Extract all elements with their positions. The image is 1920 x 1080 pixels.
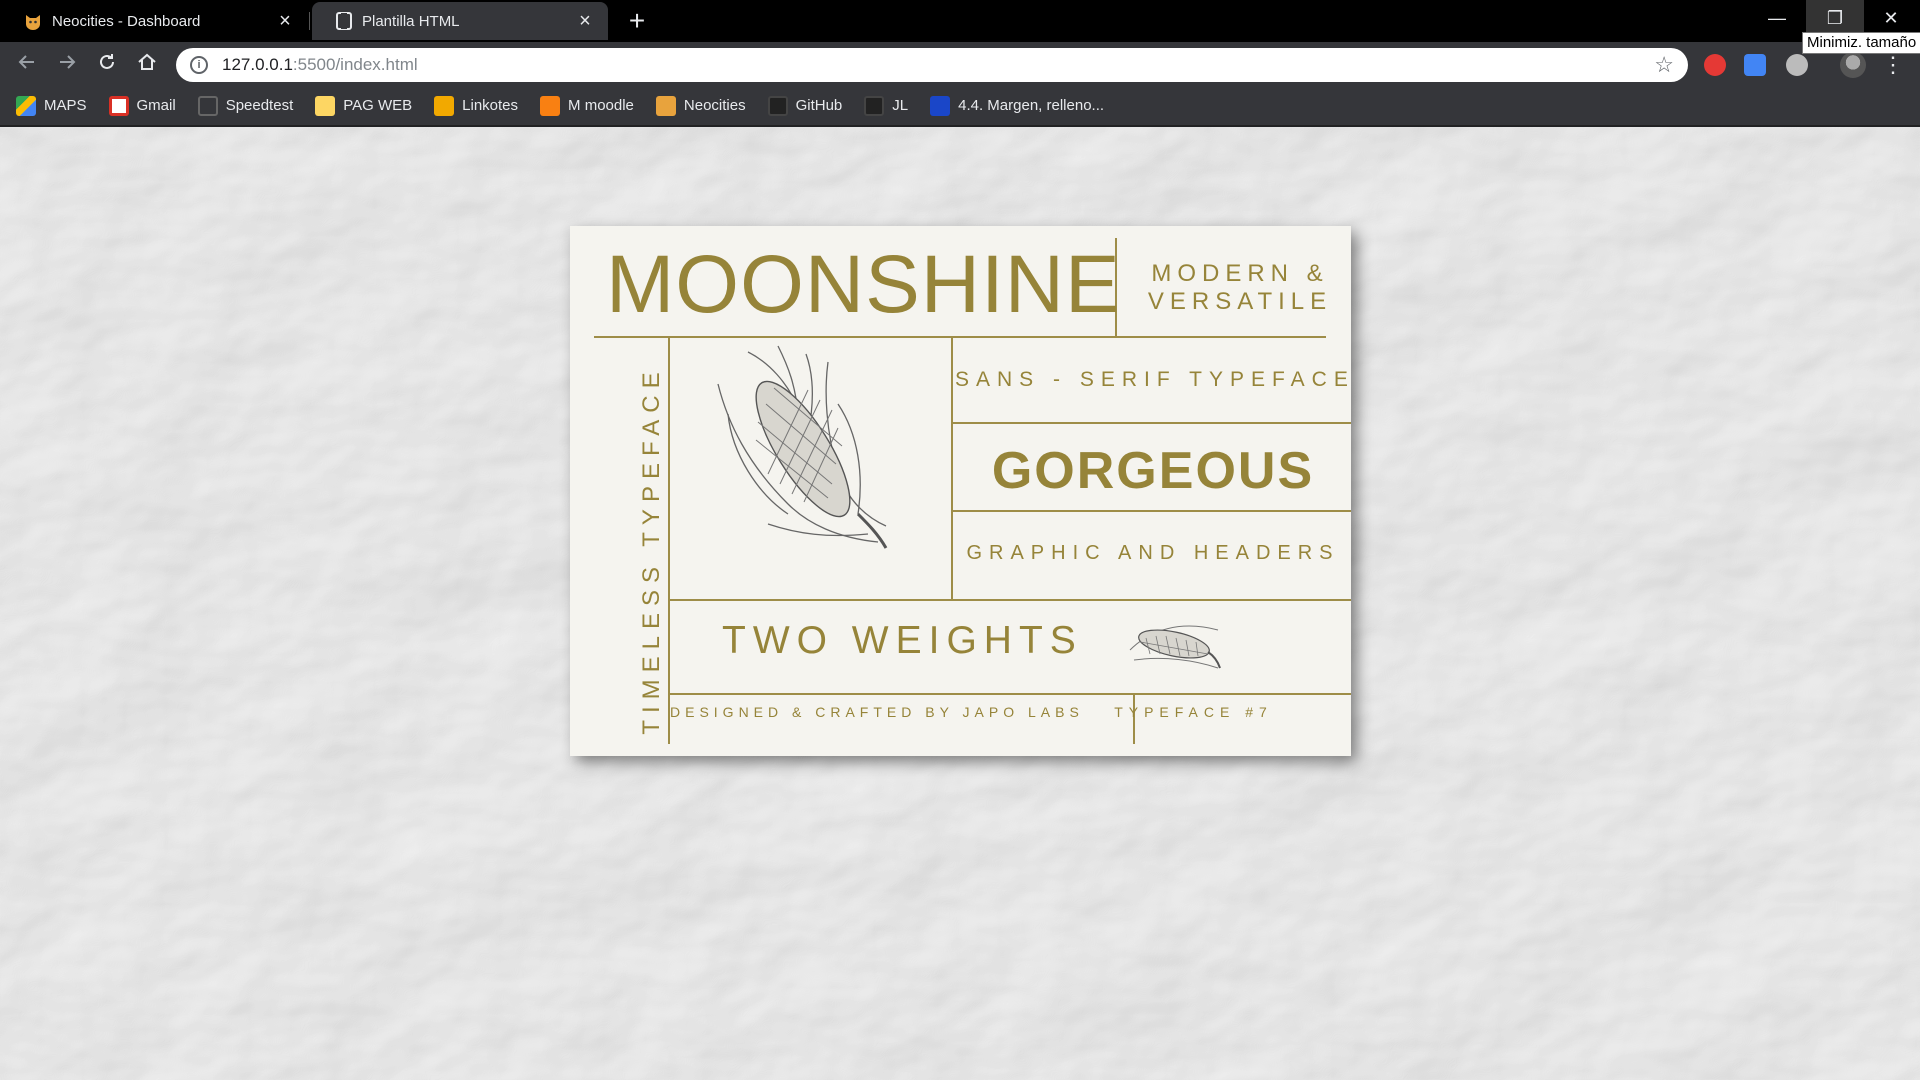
bookmark-margen-relleno[interactable]: 4.4. Margen, relleno... [930,95,1105,116]
divider [951,338,953,599]
speedtest-icon [197,95,218,116]
profile-avatar[interactable] [1840,52,1866,78]
bookmark-linkotes[interactable]: Linkotes [434,95,519,116]
google-maps-icon [16,95,36,116]
google-translate-icon[interactable] [1744,54,1766,76]
sans-serif-label: SANS - SERIF TYPEFACE [955,368,1355,391]
arrow-left-icon [18,55,34,69]
divider [668,338,670,744]
bookmark-pag-web[interactable]: PAG WEB [315,95,413,116]
reload-button[interactable] [92,50,122,78]
moodle-icon [540,95,561,116]
bookmark-label: M moodle [568,97,634,114]
typeface-number: TYPEFACE #7 [1114,704,1273,720]
divider [953,422,1351,424]
divider [953,510,1351,512]
neocities-cat-icon [26,15,40,30]
weights-label: TWO WEIGHTS [722,619,1083,662]
bookmark-label: 4.4. Margen, relleno... [958,97,1105,114]
code-editor-icon [336,12,352,30]
typeface-poster-card: MOONSHINE MODERN & VERSATILE TIMELESS TY… [570,226,1351,756]
bookmark-label: Gmail [136,97,176,114]
bookmark-moodle[interactable]: M moodle [540,95,634,116]
info-icon[interactable]: i [190,56,208,74]
address-bar[interactable]: i 127.0.0.1:5500/index.html ☆ [176,48,1688,82]
bookmark-label: GitHub [795,97,843,114]
tooltip: Minimiz. tamaño [1802,32,1920,54]
tab-separator [309,12,310,30]
menu-kebab-icon[interactable]: ⋮ [1882,52,1904,78]
bookmark-gmail[interactable]: Gmail [108,95,176,116]
url-text[interactable]: 127.0.0.1:5500/index.html [222,55,1654,75]
extension-gray-icon[interactable] [1786,54,1808,76]
vertical-label: TIMELESS TYPEFACE [638,365,665,735]
back-button[interactable] [12,50,42,78]
minimize-button[interactable]: — [1748,0,1806,38]
divider [670,693,1351,695]
graphic-label: GRAPHIC AND HEADERS [966,542,1340,564]
corn-illustration [717,345,888,549]
bookmark-neocities[interactable]: Neocities [655,95,746,116]
bookmark-speedtest[interactable]: Speedtest [197,95,294,116]
github-icon [767,95,788,116]
gmail-icon [108,95,129,116]
url-path: :5500/index.html [292,55,418,74]
tab-title: Plantilla HTML [362,12,460,30]
tab-strip: Neocities - Dashboard × Plantilla HTML ×… [0,0,1920,42]
home-button[interactable] [132,50,162,78]
bookmark-label: Linkotes [462,97,519,114]
browser-toolbar: i 127.0.0.1:5500/index.html ☆ ⋮ [0,42,1920,86]
bookmark-label: Speedtest [225,97,294,114]
site-icon [930,95,951,116]
poster-tagline: MODERN & VERSATILE [1147,260,1333,315]
extension-red-icon[interactable] [1704,54,1726,76]
github-icon [864,95,885,116]
divider [670,599,1351,601]
forward-button[interactable] [52,50,82,78]
bookmarks-bar: MAPS Gmail Speedtest PAG WEB Linkotes M … [0,86,1920,126]
arrow-right-icon [60,55,76,69]
tab-close-button[interactable]: × [576,11,594,31]
divider [594,336,1326,338]
credit-label: DESIGNED & CRAFTED BY JAPO LABS [670,704,1084,720]
bookmark-label: Neocities [683,97,746,114]
folder-icon [315,95,336,116]
bookmark-github[interactable]: GitHub [767,95,843,116]
bookmark-maps[interactable]: MAPS [16,95,87,116]
neocities-cat-icon [655,95,676,116]
corn-small-illustration [1129,625,1221,669]
bookmark-label: JL [892,97,909,114]
bookmark-star-icon[interactable]: ☆ [1654,52,1674,78]
bookmark-jl[interactable]: JL [864,95,909,116]
new-tab-button[interactable]: + [620,6,654,36]
bookmark-label: MAPS [44,97,87,114]
bookmark-label: PAG WEB [343,97,413,114]
poster-title: MOONSHINE [606,239,1121,330]
tab-plantilla-html[interactable]: Plantilla HTML × [312,2,608,40]
linkotes-icon [434,95,455,116]
tab-close-button[interactable]: × [276,11,294,31]
reload-icon [100,54,114,69]
tab-neocities-dashboard[interactable]: Neocities - Dashboard × [0,2,308,40]
url-host: 127.0.0.1 [222,55,293,74]
home-icon [138,53,156,70]
headline: GORGEOUS [991,442,1315,500]
tab-title: Neocities - Dashboard [52,12,201,30]
page-viewport: MOONSHINE MODERN & VERSATILE TIMELESS TY… [0,127,1920,1080]
